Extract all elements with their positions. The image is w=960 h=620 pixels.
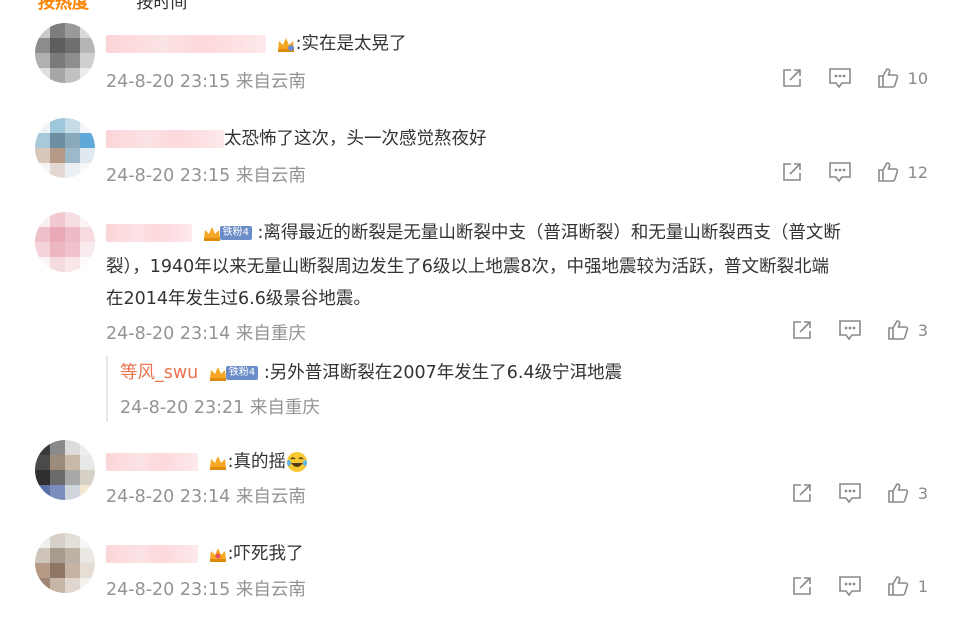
- like-count: 3: [917, 483, 928, 503]
- comment-button[interactable]: [838, 482, 862, 504]
- share-icon: [782, 69, 801, 87]
- share-icon: [793, 577, 811, 595]
- comment-time: 24-8-20 23:14: [106, 487, 231, 507]
- comment-location: 来自云南: [235, 72, 306, 92]
- like-count: 10: [907, 68, 928, 88]
- comment-icon: [839, 576, 861, 597]
- comment-time: 24-8-20 23:15: [106, 580, 231, 600]
- username-blurred[interactable]: [106, 224, 192, 242]
- comment-location: 来自云南: [235, 166, 306, 186]
- comment-text-line: :实在是太晃了: [106, 31, 406, 57]
- avatar[interactable]: [35, 118, 95, 178]
- reply-time: 24-8-20 23:21: [120, 398, 245, 418]
- share-icon: [782, 163, 801, 181]
- comment-text: :实在是太晃了: [295, 34, 407, 54]
- username-blurred[interactable]: [106, 35, 266, 53]
- comment-text: :真的摇: [227, 452, 286, 472]
- username-blurred[interactable]: [106, 130, 224, 148]
- comment-meta: 24-8-20 23:14 来自重庆: [106, 320, 306, 345]
- comment-actions: 12: [756, 161, 928, 183]
- comment-location: 来自云南: [235, 580, 306, 600]
- comment-icon: [839, 320, 861, 341]
- avatar[interactable]: [35, 440, 95, 500]
- comment-meta: 24-8-20 23:14 来自云南: [106, 483, 306, 508]
- comment-actions: 3: [766, 319, 928, 341]
- avatar[interactable]: [35, 533, 95, 593]
- comment-text-line: 太恐怖了这次，头一次感觉熬夜好: [106, 126, 487, 152]
- like-button[interactable]: 1: [887, 575, 928, 597]
- comment-meta: 24-8-20 23:15 来自云南: [106, 576, 306, 601]
- like-icon: [888, 483, 909, 503]
- like-button[interactable]: 10: [877, 67, 928, 89]
- avatar[interactable]: [35, 212, 95, 272]
- reply-thread: 等风_swu 铁粉4 :另外普洱断裂在2007年发生了6.4级宁洱地震 24-8…: [106, 356, 928, 422]
- comment-location: 来自重庆: [235, 324, 306, 344]
- reply-location: 来自重庆: [249, 398, 320, 418]
- like-button[interactable]: 3: [887, 482, 928, 504]
- comment-meta: 24-8-20 23:15 来自云南: [106, 68, 306, 93]
- comment-text: 裂），1940年以来无量山断裂周边发生了6级以上地震8次，中强地震较为活跃，普文…: [106, 257, 830, 277]
- sort-tabs: 按热度 按时间: [38, 0, 187, 13]
- laugh-cry-emoji-icon: [286, 452, 307, 472]
- comment-actions: 3: [766, 482, 928, 504]
- crown-badge-icon: [203, 226, 220, 241]
- avatar[interactable]: [35, 23, 95, 83]
- share-button[interactable]: [781, 161, 803, 183]
- tab-time[interactable]: 按时间: [136, 0, 187, 13]
- like-count: 3: [917, 320, 928, 340]
- comment-button[interactable]: [838, 319, 862, 341]
- username-blurred[interactable]: [106, 453, 198, 471]
- comment-location: 来自云南: [235, 487, 306, 507]
- comment-time: 24-8-20 23:15: [106, 72, 231, 92]
- comment-text-line: 在2014年发生过6.6级景谷地震。: [106, 286, 371, 312]
- share-icon: [793, 321, 811, 339]
- like-icon: [877, 68, 898, 88]
- crown-badge-icon: [277, 37, 294, 52]
- comment-text-line: 裂），1940年以来无量山断裂周边发生了6级以上地震8次，中强地震较为活跃，普文…: [106, 254, 829, 280]
- share-button[interactable]: [791, 482, 813, 504]
- reply-meta: 24-8-20 23:21 来自重庆: [120, 394, 320, 419]
- fan-level-badge: 铁粉4: [225, 366, 259, 380]
- comment-text: :吓死我了: [227, 544, 304, 564]
- like-icon: [877, 162, 898, 182]
- reply-text-line: 等风_swu 铁粉4 :另外普洱断裂在2007年发生了6.4级宁洱地震: [120, 360, 622, 386]
- comments-page: 按热度 按时间 :实在是太晃了 24-8-20 23:15 来自云南 10 太恐…: [0, 0, 960, 620]
- comment-icon: [839, 483, 861, 504]
- share-button[interactable]: [781, 67, 803, 89]
- comment-icon: [828, 162, 851, 183]
- like-count: 12: [907, 162, 928, 182]
- comment-meta: 24-8-20 23:15 来自云南: [106, 162, 306, 187]
- fan-level-badge: 铁粉4: [219, 226, 252, 240]
- crown-badge-icon: [209, 366, 226, 381]
- like-button[interactable]: 3: [887, 319, 928, 341]
- comment-text: 在2014年发生过6.6级景谷地震。: [106, 289, 371, 309]
- like-icon: [888, 576, 909, 596]
- share-button[interactable]: [791, 575, 813, 597]
- comment-text-line: :吓死我了: [106, 541, 303, 567]
- comment-actions: 10: [756, 67, 928, 89]
- reply-author-link[interactable]: 等风_swu: [120, 363, 198, 383]
- comment-icon: [828, 68, 851, 89]
- like-button[interactable]: 12: [877, 161, 928, 183]
- share-icon: [793, 484, 811, 502]
- username-blurred[interactable]: [106, 545, 198, 563]
- crown-badge-icon: [209, 455, 226, 470]
- comment-actions: 1: [766, 575, 928, 597]
- comment-button[interactable]: [828, 161, 852, 183]
- comment-time: 24-8-20 23:14: [106, 324, 231, 344]
- comment-text: 太恐怖了这次，头一次感觉熬夜好: [224, 129, 487, 149]
- share-button[interactable]: [791, 319, 813, 341]
- reply-text: :另外普洱断裂在2007年发生了6.4级宁洱地震: [263, 363, 623, 383]
- like-count: 1: [917, 576, 928, 596]
- comment-text-line: 铁粉4 :离得最近的断裂是无量山断裂中支（普洱断裂）和无量山断裂西支（普文断: [106, 220, 841, 246]
- comment-button[interactable]: [838, 575, 862, 597]
- comment-button[interactable]: [828, 67, 852, 89]
- comment-time: 24-8-20 23:15: [106, 166, 231, 186]
- comment-text-line: :真的摇: [106, 449, 308, 475]
- crown-badge-icon: [209, 547, 226, 562]
- comment-text: :离得最近的断裂是无量山断裂中支（普洱断裂）和无量山断裂西支（普文断: [257, 223, 841, 243]
- like-icon: [888, 320, 909, 340]
- tab-hot[interactable]: 按热度: [38, 0, 89, 13]
